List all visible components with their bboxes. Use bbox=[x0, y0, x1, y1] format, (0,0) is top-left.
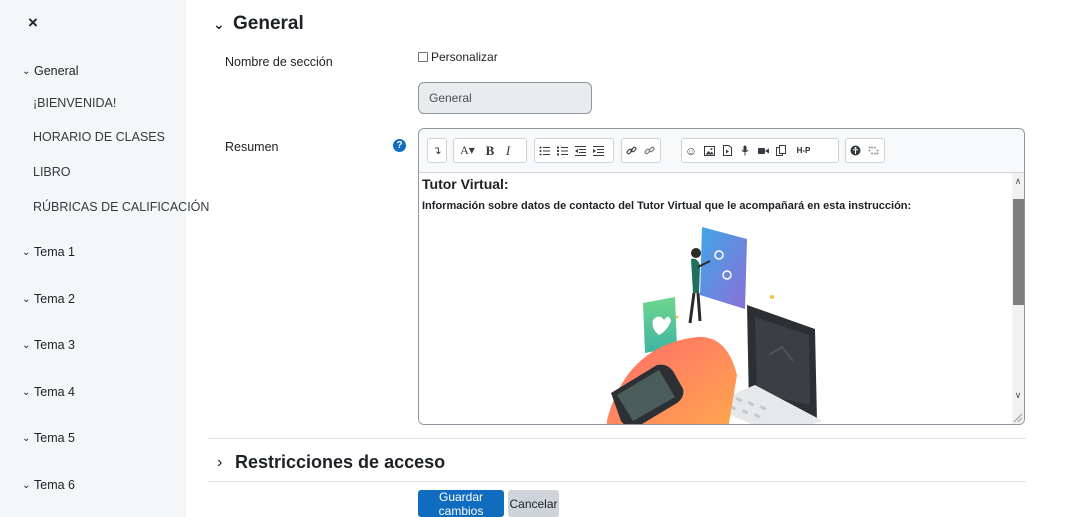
bold-icon[interactable]: B bbox=[481, 139, 499, 162]
unlink-icon[interactable] bbox=[640, 139, 658, 162]
sidebar-activity-rubricas[interactable]: RÚBRICAS DE CALIFICACIÓN bbox=[0, 192, 209, 222]
chevron-down-icon: ⌄ bbox=[22, 479, 31, 491]
toolbar-group-accessibility bbox=[845, 138, 885, 163]
summary-editor: ↴ A▾ B I ☺ H-P Tutor Virtual: Informació… bbox=[418, 128, 1025, 425]
editor-toolbar: ↴ A▾ B I ☺ H-P bbox=[419, 129, 1024, 173]
section-name-label: Nombre de sección bbox=[225, 55, 333, 69]
sidebar-item-label: Tema 2 bbox=[34, 292, 75, 306]
record-video-icon[interactable] bbox=[754, 139, 772, 162]
chevron-down-icon: ⌄ bbox=[213, 15, 225, 32]
emoji-icon[interactable]: ☺ bbox=[682, 139, 700, 162]
section-divider bbox=[208, 481, 1026, 482]
toolbar-group-lists bbox=[534, 138, 614, 163]
unordered-list-icon[interactable] bbox=[535, 139, 553, 162]
scroll-up-icon[interactable]: ∧ bbox=[1012, 175, 1024, 187]
indent-icon[interactable] bbox=[589, 139, 607, 162]
chevron-right-icon: › bbox=[217, 453, 223, 471]
sidebar-activity-horario[interactable]: HORARIO DE CLASES bbox=[0, 122, 186, 152]
paragraph-style-icon[interactable]: A▾ bbox=[454, 139, 481, 162]
scroll-down-icon[interactable]: ∨ bbox=[1012, 389, 1024, 401]
chevron-down-icon: ⌄ bbox=[22, 386, 31, 398]
italic-icon[interactable]: I bbox=[499, 139, 517, 162]
toolbar-toggle-icon[interactable]: ↴ bbox=[428, 139, 446, 162]
sidebar-item-label: Tema 5 bbox=[34, 431, 75, 445]
sidebar-item-label: Tema 6 bbox=[34, 478, 75, 492]
toolbar-group-links bbox=[621, 138, 661, 163]
chevron-down-icon: ⌄ bbox=[22, 246, 31, 258]
editor-scrollbar[interactable]: ∧ ∨ bbox=[1012, 173, 1024, 424]
manage-files-icon[interactable] bbox=[772, 139, 790, 162]
personalizar-label: Personalizar bbox=[431, 50, 498, 64]
personalizar-checkbox[interactable]: Personalizar bbox=[418, 50, 498, 64]
general-heading: General bbox=[233, 13, 304, 34]
general-section-toggle[interactable]: ⌄ General bbox=[213, 13, 304, 35]
checkbox-box[interactable] bbox=[418, 52, 428, 62]
sidebar-section-tema-3[interactable]: ⌄ Tema 3 bbox=[0, 330, 186, 360]
sidebar-item-label: Tema 4 bbox=[34, 385, 75, 399]
summary-label: Resumen bbox=[225, 140, 279, 154]
toolbar-group-toggle: ↴ bbox=[427, 138, 447, 163]
content-text: Información sobre datos de contacto del … bbox=[422, 200, 912, 212]
course-index-drawer: × ⌄ General ¡BIENVENIDA! HORARIO DE CLAS… bbox=[0, 0, 209, 517]
section-name-input[interactable] bbox=[418, 82, 592, 114]
content-title: Tutor Virtual: bbox=[422, 176, 509, 192]
sidebar-item-label: RÚBRICAS DE CALIFICACIÓN bbox=[33, 200, 210, 214]
media-file-icon[interactable] bbox=[718, 139, 736, 162]
resize-handle-icon[interactable] bbox=[1012, 412, 1023, 423]
link-icon[interactable] bbox=[622, 139, 640, 162]
toolbar-group-style: A▾ B I bbox=[453, 138, 527, 163]
sidebar-section-tema-1[interactable]: ⌄ Tema 1 bbox=[0, 237, 186, 267]
sidebar-activity-bienvenida[interactable]: ¡BIENVENIDA! bbox=[0, 88, 186, 118]
chevron-down-icon: ⌄ bbox=[22, 65, 31, 77]
sidebar-section-tema-6[interactable]: ⌄ Tema 6 bbox=[0, 470, 186, 500]
toolbar-group-media: ☺ H-P bbox=[681, 138, 839, 163]
sidebar-section-tema-5[interactable]: ⌄ Tema 5 bbox=[0, 423, 186, 453]
tutor-illustration bbox=[607, 227, 823, 424]
cancel-button[interactable]: Cancelar bbox=[508, 490, 559, 517]
chevron-down-icon: ⌄ bbox=[22, 339, 31, 351]
sidebar-item-label: LIBRO bbox=[33, 165, 71, 179]
h5p-icon[interactable]: H-P bbox=[790, 139, 817, 162]
sidebar-item-label: Tema 3 bbox=[34, 338, 75, 352]
sidebar-item-label: Tema 1 bbox=[34, 245, 75, 259]
sidebar-item-label: General bbox=[34, 64, 79, 78]
sidebar-section-general[interactable]: ⌄ General bbox=[0, 56, 186, 86]
scroll-thumb[interactable] bbox=[1013, 199, 1024, 305]
chevron-down-icon: ⌄ bbox=[22, 432, 31, 444]
chevron-down-icon: ⌄ bbox=[22, 293, 31, 305]
section-divider bbox=[208, 438, 1026, 439]
record-audio-icon[interactable] bbox=[736, 139, 754, 162]
close-drawer-icon[interactable]: × bbox=[28, 14, 38, 31]
sidebar-section-tema-2[interactable]: ⌄ Tema 2 bbox=[0, 284, 186, 314]
sidebar-section-tema-4[interactable]: ⌄ Tema 4 bbox=[0, 377, 186, 407]
editor-content-area[interactable]: Tutor Virtual: Información sobre datos d… bbox=[419, 173, 1012, 424]
restrictions-section-toggle[interactable]: › Restricciones de acceso bbox=[217, 452, 445, 473]
sidebar-item-label: HORARIO DE CLASES bbox=[33, 130, 165, 144]
outdent-icon[interactable] bbox=[571, 139, 589, 162]
sidebar-item-label: ¡BIENVENIDA! bbox=[33, 96, 117, 110]
ordered-list-icon[interactable] bbox=[553, 139, 571, 162]
save-button[interactable]: Guardar cambios bbox=[418, 490, 504, 517]
screenreader-helper-icon[interactable] bbox=[864, 139, 882, 162]
help-icon[interactable]: ? bbox=[393, 139, 406, 152]
image-icon[interactable] bbox=[700, 139, 718, 162]
accessibility-checker-icon[interactable] bbox=[846, 139, 864, 162]
restrictions-heading: Restricciones de acceso bbox=[235, 452, 446, 472]
sidebar-activity-libro[interactable]: LIBRO bbox=[0, 157, 186, 187]
